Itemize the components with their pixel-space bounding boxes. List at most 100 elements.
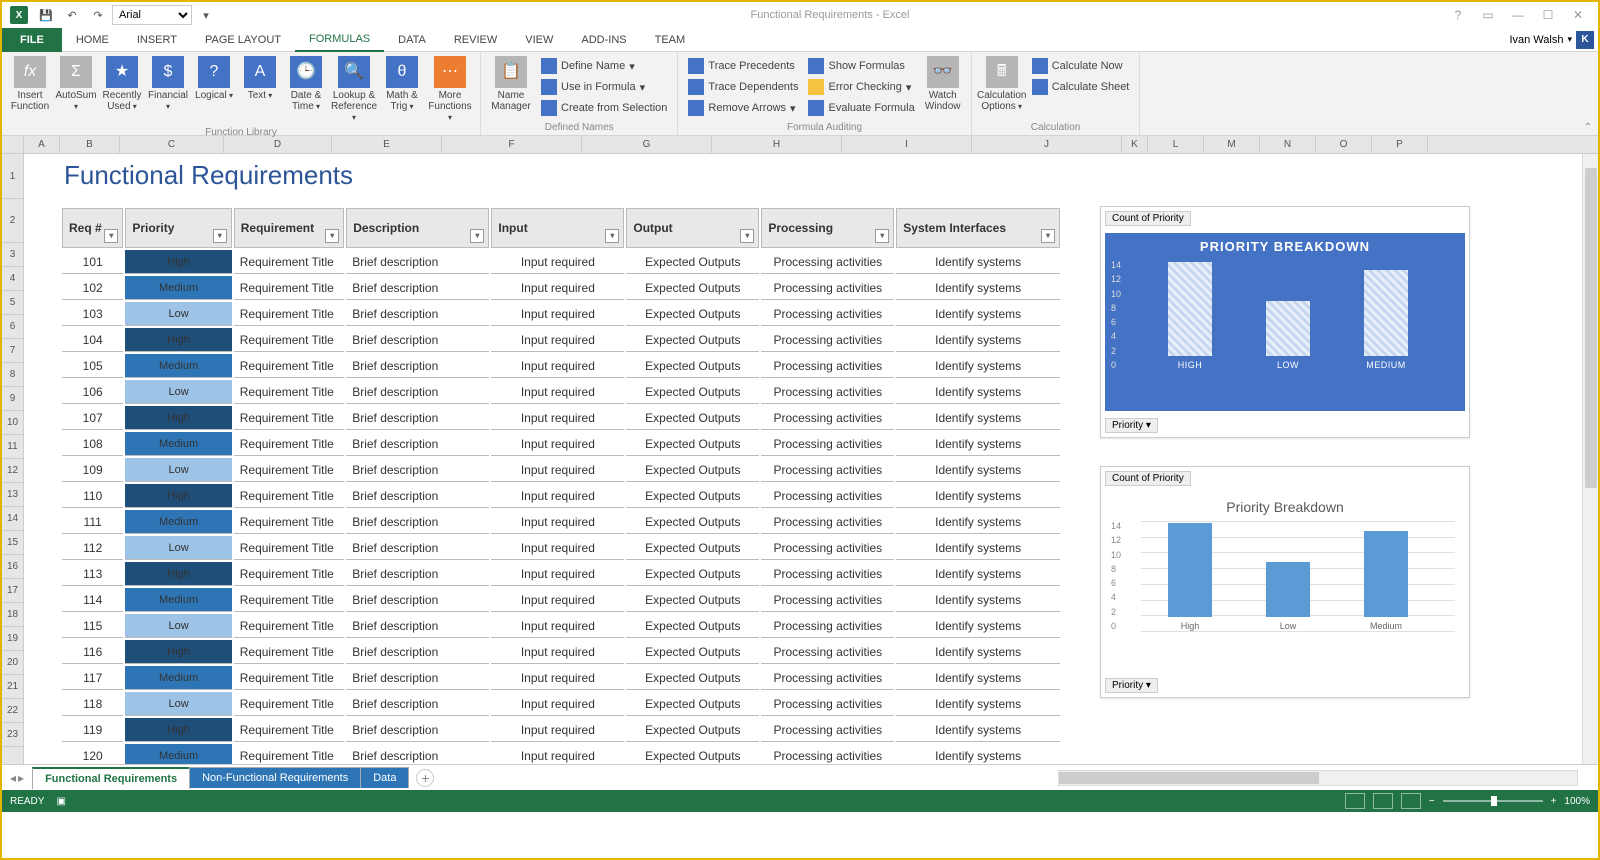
tab-addins[interactable]: ADD-INS <box>567 28 640 52</box>
col-header[interactable]: O <box>1316 136 1372 153</box>
table-row[interactable]: 107 High Requirement Title Brief descrip… <box>62 406 1060 430</box>
row-header[interactable]: 18 <box>2 603 23 627</box>
table-header[interactable]: Description▾ <box>346 208 489 248</box>
table-header[interactable]: Priority▾ <box>125 208 231 248</box>
filter-icon[interactable]: ▾ <box>740 229 754 243</box>
table-row[interactable]: 119 High Requirement Title Brief descrip… <box>62 718 1060 742</box>
undo-icon[interactable]: ↶ <box>60 5 84 25</box>
col-header[interactable]: A <box>24 136 60 153</box>
insert-function-button[interactable]: fxInsert Function <box>8 54 52 114</box>
row-header[interactable]: 11 <box>2 435 23 459</box>
ribbon-display-icon[interactable]: ▭ <box>1474 5 1502 25</box>
table-header[interactable]: System Interfaces▾ <box>896 208 1060 248</box>
sheet-tab-functional[interactable]: Functional Requirements <box>32 767 190 789</box>
help-icon[interactable]: ? <box>1444 5 1472 25</box>
col-header[interactable]: G <box>582 136 712 153</box>
filter-icon[interactable]: ▾ <box>104 229 118 243</box>
row-header[interactable]: 3 <box>2 243 23 267</box>
macro-record-icon[interactable]: ▣ <box>56 796 65 807</box>
table-row[interactable]: 104 High Requirement Title Brief descrip… <box>62 328 1060 352</box>
sheet-tab-nonfunctional[interactable]: Non-Functional Requirements <box>189 767 361 788</box>
chart-field-label[interactable]: Count of Priority <box>1105 471 1191 486</box>
user-account[interactable]: Ivan Walsh ▾ K <box>1505 31 1598 49</box>
col-header[interactable]: L <box>1148 136 1204 153</box>
tab-formulas[interactable]: FORMULAS <box>295 28 384 52</box>
row-header[interactable]: 14 <box>2 507 23 531</box>
col-header[interactable]: J <box>972 136 1122 153</box>
table-row[interactable]: 105 Medium Requirement Title Brief descr… <box>62 354 1060 378</box>
view-page-layout-icon[interactable] <box>1373 793 1393 809</box>
col-header[interactable]: D <box>224 136 332 153</box>
sheet-content[interactable]: Functional Requirements Req #▾Priority▾R… <box>24 154 1598 764</box>
row-header[interactable]: 20 <box>2 651 23 675</box>
filter-icon[interactable]: ▾ <box>1041 229 1055 243</box>
table-row[interactable]: 109 Low Requirement Title Brief descript… <box>62 458 1060 482</box>
view-page-break-icon[interactable] <box>1401 793 1421 809</box>
calc-options-button[interactable]: 🖩Calculation Options <box>978 54 1026 114</box>
scroll-thumb[interactable] <box>1585 168 1597 488</box>
table-row[interactable]: 120 Medium Requirement Title Brief descr… <box>62 744 1060 764</box>
collapse-ribbon-icon[interactable]: ⌃ <box>1584 122 1592 133</box>
remove-arrows-button[interactable]: Remove Arrows ▾ <box>688 98 798 118</box>
view-normal-icon[interactable] <box>1345 793 1365 809</box>
zoom-level[interactable]: 100% <box>1564 796 1590 807</box>
zoom-slider[interactable] <box>1443 800 1543 802</box>
col-header[interactable]: I <box>842 136 972 153</box>
col-header[interactable]: K <box>1122 136 1148 153</box>
table-row[interactable]: 114 Medium Requirement Title Brief descr… <box>62 588 1060 612</box>
use-in-formula-button[interactable]: Use in Formula ▾ <box>541 77 667 97</box>
select-all-corner[interactable] <box>2 136 24 153</box>
row-header[interactable]: 16 <box>2 555 23 579</box>
col-header[interactable]: M <box>1204 136 1260 153</box>
chart-axis-field[interactable]: Priority <box>1105 418 1158 433</box>
minimize-icon[interactable]: — <box>1504 5 1532 25</box>
table-row[interactable]: 116 High Requirement Title Brief descrip… <box>62 640 1060 664</box>
tab-view[interactable]: VIEW <box>511 28 567 52</box>
table-header[interactable]: Processing▾ <box>761 208 894 248</box>
col-header[interactable]: B <box>60 136 120 153</box>
table-row[interactable]: 110 High Requirement Title Brief descrip… <box>62 484 1060 508</box>
tab-file[interactable]: FILE <box>2 28 62 52</box>
table-header[interactable]: Output▾ <box>626 208 759 248</box>
row-header[interactable]: 8 <box>2 363 23 387</box>
tab-page-layout[interactable]: PAGE LAYOUT <box>191 28 295 52</box>
evaluate-formula-button[interactable]: Evaluate Formula <box>808 98 914 118</box>
chart-field-label[interactable]: Count of Priority <box>1105 211 1191 226</box>
tab-review[interactable]: REVIEW <box>440 28 511 52</box>
table-row[interactable]: 117 Medium Requirement Title Brief descr… <box>62 666 1060 690</box>
table-row[interactable]: 113 High Requirement Title Brief descrip… <box>62 562 1060 586</box>
chart-priority-1[interactable]: Count of Priority PRIORITY BREAKDOWN 141… <box>1100 206 1470 438</box>
table-row[interactable]: 115 Low Requirement Title Brief descript… <box>62 614 1060 638</box>
horizontal-scrollbar[interactable] <box>1058 770 1578 786</box>
date-time-button[interactable]: 🕒Date & Time <box>284 54 328 114</box>
table-row[interactable]: 106 Low Requirement Title Brief descript… <box>62 380 1060 404</box>
show-formulas-button[interactable]: Show Formulas <box>808 56 914 76</box>
zoom-in-icon[interactable]: + <box>1551 796 1557 807</box>
name-manager-button[interactable]: 📋Name Manager <box>487 54 535 114</box>
table-row[interactable]: 118 Low Requirement Title Brief descript… <box>62 692 1060 716</box>
math-trig-button[interactable]: θMath & Trig <box>380 54 424 114</box>
row-header[interactable]: 23 <box>2 723 23 747</box>
close-icon[interactable]: ✕ <box>1564 5 1592 25</box>
row-header[interactable]: 6 <box>2 315 23 339</box>
trace-dependents-button[interactable]: Trace Dependents <box>688 77 798 97</box>
row-header[interactable]: 7 <box>2 339 23 363</box>
trace-precedents-button[interactable]: Trace Precedents <box>688 56 798 76</box>
col-header[interactable]: C <box>120 136 224 153</box>
lookup-button[interactable]: 🔍Lookup & Reference <box>330 54 378 125</box>
row-header[interactable]: 10 <box>2 411 23 435</box>
tab-nav[interactable]: ◂▸ <box>2 771 32 785</box>
tab-data[interactable]: DATA <box>384 28 440 52</box>
filter-icon[interactable]: ▾ <box>470 229 484 243</box>
row-header[interactable]: 17 <box>2 579 23 603</box>
row-header[interactable]: 1 <box>2 154 23 199</box>
autosum-button[interactable]: ΣAutoSum <box>54 54 98 114</box>
table-header[interactable]: Req #▾ <box>62 208 123 248</box>
define-name-button[interactable]: Define Name ▾ <box>541 56 667 76</box>
row-header[interactable]: 19 <box>2 627 23 651</box>
table-row[interactable]: 102 Medium Requirement Title Brief descr… <box>62 276 1060 300</box>
tab-insert[interactable]: INSERT <box>123 28 191 52</box>
font-select[interactable]: Arial <box>112 5 192 25</box>
table-row[interactable]: 101 High Requirement Title Brief descrip… <box>62 250 1060 274</box>
vertical-scrollbar[interactable] <box>1582 154 1598 764</box>
